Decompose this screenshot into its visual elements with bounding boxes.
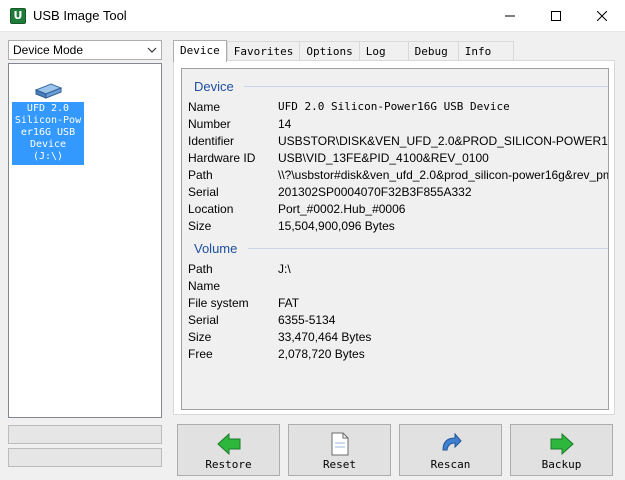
row-label: Number: [188, 117, 231, 131]
restore-button[interactable]: Restore: [177, 424, 280, 476]
restore-button-label: Restore: [205, 458, 252, 471]
row-value: 33,470,464 Bytes: [278, 330, 372, 344]
backup-button-label: Backup: [541, 458, 582, 471]
tab-favorites[interactable]: Favorites: [226, 41, 300, 61]
tab-debug[interactable]: Debug: [407, 41, 458, 61]
usb-drive-icon: [34, 83, 63, 99]
row-value: USBSTOR\DISK&VEN_UFD_2.0&PROD_SILICON-PO…: [278, 134, 608, 148]
device-group-divider: [244, 86, 608, 87]
window-title: USB Image Tool: [33, 8, 127, 23]
row-label: Serial: [188, 313, 219, 327]
row-label: Hardware ID: [188, 151, 256, 165]
reset-button[interactable]: Reset: [288, 424, 391, 476]
device-info-area: Device Name UFD 2.0 Silicon-Power16G USB…: [181, 68, 609, 410]
device-item[interactable]: UFD 2.0 Silicon-Pow er16G USB Device (J:…: [12, 82, 84, 165]
title-bar: U USB Image Tool: [0, 0, 625, 32]
refresh-icon: [441, 432, 462, 451]
minimize-button[interactable]: [487, 0, 533, 32]
progress-bar-primary: [8, 425, 162, 444]
volume-group-header: Volume: [194, 241, 238, 256]
row-label: Name: [188, 100, 221, 114]
volume-row-path: Path J:\: [188, 262, 608, 279]
row-label: Path: [188, 168, 213, 182]
row-label: Serial: [188, 185, 219, 199]
device-row-size: Size 15,504,900,096 Bytes: [188, 219, 608, 236]
tab-options[interactable]: Options: [299, 41, 359, 61]
rescan-button[interactable]: Rescan: [399, 424, 502, 476]
volume-group-divider: [248, 248, 608, 249]
reset-button-label: Reset: [322, 458, 357, 471]
backup-button[interactable]: Backup: [510, 424, 613, 476]
mode-select-value: Device Mode: [13, 43, 84, 57]
row-label: Size: [188, 219, 212, 233]
arrow-right-icon: [550, 432, 574, 456]
row-value: FAT: [278, 296, 300, 310]
row-label: Name: [188, 279, 221, 293]
device-row-number: Number 14: [188, 117, 608, 134]
row-value: 2,078,720 Bytes: [278, 347, 365, 361]
mode-select[interactable]: Device Mode: [8, 40, 162, 60]
row-label: Free: [188, 347, 213, 361]
volume-row-size: Size 33,470,464 Bytes: [188, 330, 608, 347]
row-value: 6355-5134: [278, 313, 336, 327]
device-row-location: Location Port_#0002.Hub_#0006: [188, 202, 608, 219]
row-value: 201302SP0004070F32B3F855A332: [278, 185, 472, 199]
device-row-identifier: Identifier USBSTOR\DISK&VEN_UFD_2.0&PROD…: [188, 134, 608, 151]
row-label: Identifier: [188, 134, 235, 148]
row-value: J:\: [278, 262, 291, 276]
row-value: \\?\usbstor#disk&ven_ufd_2.0&prod_silico…: [278, 168, 608, 182]
device-tab-panel: Device Name UFD 2.0 Silicon-Power16G USB…: [173, 60, 615, 415]
row-label: File system: [188, 296, 249, 310]
device-row-serial: Serial 201302SP0004070F32B3F855A332: [188, 185, 608, 202]
device-caption: UFD 2.0 Silicon-Pow er16G USB Device (J:…: [12, 102, 84, 165]
volume-row-free: Free 2,078,720 Bytes: [188, 347, 608, 364]
arrow-left-icon: [216, 432, 240, 456]
row-value: Port_#0002.Hub_#0006: [278, 202, 406, 216]
volume-row-name: Name: [188, 279, 608, 296]
close-button[interactable]: [579, 0, 625, 32]
progress-bar-secondary: [8, 448, 162, 467]
maximize-icon: [551, 11, 561, 21]
app-icon: U: [10, 8, 26, 24]
tab-strip: Device Favorites Options Log Debug Info: [173, 40, 515, 62]
device-group-header: Device: [194, 79, 234, 94]
maximize-button[interactable]: [533, 0, 579, 32]
row-value: 15,504,900,096 Bytes: [278, 219, 395, 233]
row-value: 14: [278, 117, 292, 131]
device-list[interactable]: UFD 2.0 Silicon-Pow er16G USB Device (J:…: [8, 63, 162, 418]
volume-row-file-system: File system FAT: [188, 296, 608, 313]
device-row-path: Path \\?\usbstor#disk&ven_ufd_2.0&prod_s…: [188, 168, 608, 185]
volume-row-serial: Serial 6355-5134: [188, 313, 608, 330]
row-value: UFD 2.0 Silicon-Power16G USB Device: [278, 100, 510, 113]
device-row-name: Name UFD 2.0 Silicon-Power16G USB Device: [188, 100, 608, 117]
tab-device[interactable]: Device: [173, 40, 227, 62]
tab-log[interactable]: Log: [358, 41, 408, 61]
close-icon: [597, 11, 607, 21]
row-label: Size: [188, 330, 212, 344]
device-row-hardware-id: Hardware ID USB\VID_13FE&PID_4100&REV_01…: [188, 151, 608, 168]
row-label: Location: [188, 202, 234, 216]
row-label: Path: [188, 262, 213, 276]
tab-info[interactable]: Info: [457, 41, 515, 61]
row-value: USB\VID_13FE&PID_4100&REV_0100: [278, 151, 489, 165]
document-icon: [331, 432, 348, 456]
minimize-icon: [505, 15, 515, 17]
chevron-down-icon: [147, 47, 157, 53]
rescan-button-label: Rescan: [430, 458, 471, 471]
